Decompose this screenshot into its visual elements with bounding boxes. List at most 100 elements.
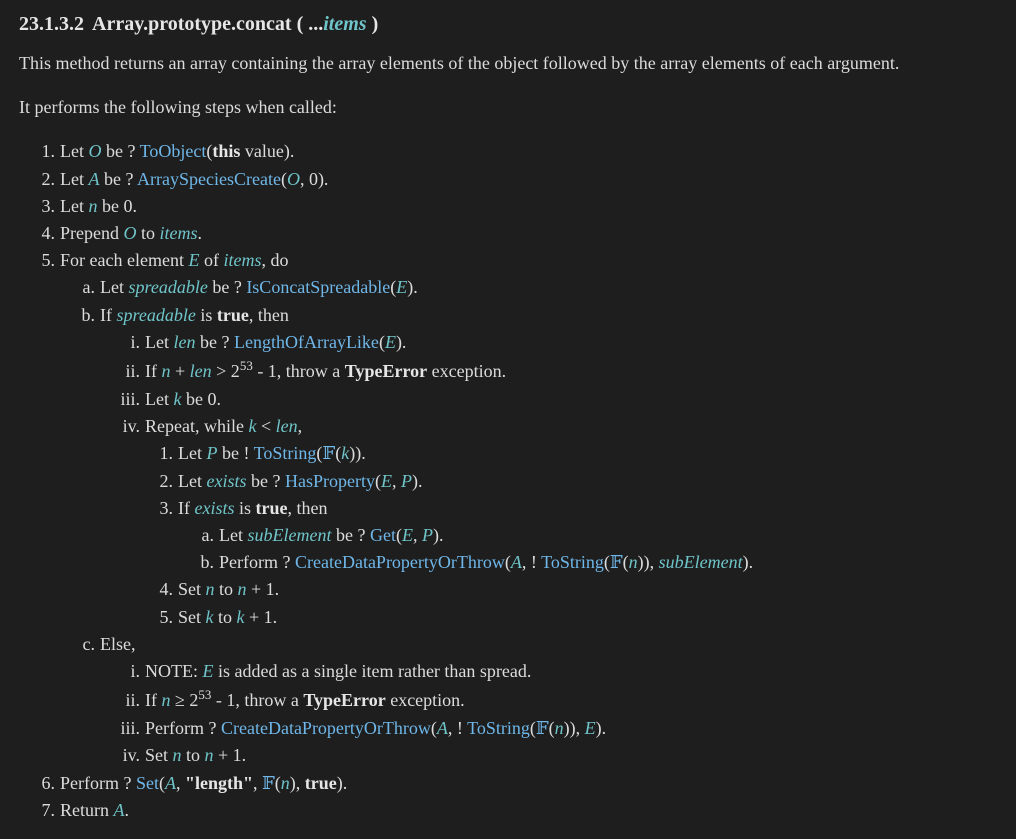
step-text: to <box>136 223 160 244</box>
step-text: Let <box>60 195 89 216</box>
var-items[interactable]: items <box>160 223 198 243</box>
var-A[interactable]: A <box>114 800 125 820</box>
link-HasProperty[interactable]: HasProperty <box>285 471 375 491</box>
var-k[interactable]: k <box>237 607 245 627</box>
var-E[interactable]: E <box>381 471 392 491</box>
step-text: be ? <box>99 168 137 189</box>
step-text: Let <box>100 277 129 298</box>
var-subElement[interactable]: subElement <box>659 552 743 572</box>
var-E[interactable]: E <box>188 250 199 270</box>
step-5: 5. For each element E of items, do a. Let … <box>41 247 997 769</box>
link-IsConcatSpreadable[interactable]: IsConcatSpreadable <box>246 277 390 297</box>
var-k[interactable]: k <box>341 443 349 463</box>
substeps-5b: i. Let len be ? LengthOfArrayLike(E). ii.… <box>81 329 997 631</box>
var-n[interactable]: n <box>555 718 564 738</box>
var-E[interactable]: E <box>585 718 596 738</box>
var-subElement[interactable]: subElement <box>248 525 332 545</box>
step-marker: iv. <box>122 416 140 437</box>
step-marker: i. <box>130 331 140 352</box>
step-text: ). <box>595 718 607 739</box>
var-O[interactable]: O <box>287 169 300 189</box>
var-n[interactable]: n <box>89 196 98 216</box>
link-CreateDataPropertyOrThrow[interactable]: CreateDataPropertyOrThrow <box>295 552 505 572</box>
var-spreadable[interactable]: spreadable <box>117 305 196 325</box>
var-A[interactable]: A <box>511 552 522 572</box>
var-E[interactable]: E <box>203 661 214 681</box>
link-F-number[interactable]: 𝔽 <box>610 552 623 572</box>
var-A[interactable]: A <box>89 169 100 189</box>
step-5biv3a: a. Let subElement be ? Get(E, P). <box>200 522 997 549</box>
step-text: exception. <box>427 361 507 382</box>
step-text: be ? <box>207 277 247 298</box>
step-text: to <box>213 606 237 627</box>
step-5biv1: 1. Let P be ! ToString(𝔽(k)). <box>159 440 997 467</box>
step-5biv5: 5. Set k to k + 1. <box>159 604 997 631</box>
step-text: , ! <box>521 552 542 573</box>
step-text: )), <box>563 718 585 739</box>
var-exists[interactable]: exists <box>207 471 247 491</box>
step-text: )). <box>349 443 366 464</box>
link-F-number[interactable]: 𝔽 <box>536 718 549 738</box>
var-k[interactable]: k <box>206 607 214 627</box>
var-n[interactable]: n <box>281 773 290 793</box>
keyword-true: true <box>216 304 249 325</box>
step-text: Set <box>145 745 173 766</box>
link-ArraySpeciesCreate[interactable]: ArraySpeciesCreate <box>137 169 281 189</box>
step-marker: 1. <box>41 141 56 162</box>
var-n[interactable]: n <box>162 690 171 710</box>
section-title: Array.prototype.concat ( ... <box>92 13 324 35</box>
var-n[interactable]: n <box>173 745 182 765</box>
step-text: Return <box>60 799 114 820</box>
link-ToObject[interactable]: ToObject <box>140 141 207 161</box>
var-A[interactable]: A <box>165 773 176 793</box>
step-5biv: iv. Repeat, while k < len, 1. Let P be ! T… <box>116 413 997 631</box>
link-Get[interactable]: Get <box>370 525 396 545</box>
var-spreadable[interactable]: spreadable <box>129 277 208 297</box>
keyword-this: this <box>212 141 241 162</box>
step-5b: b. If spreadable is true, then i. Let len … <box>81 302 997 631</box>
link-F-number[interactable]: 𝔽 <box>262 773 275 793</box>
var-A[interactable]: A <box>437 718 448 738</box>
var-P[interactable]: P <box>422 525 433 545</box>
var-O[interactable]: O <box>89 141 102 161</box>
step-1: 1. Let O be ? ToObject(this value). <box>41 138 997 165</box>
var-k[interactable]: k <box>174 389 182 409</box>
step-5biv3b: b. Perform ? CreateDataPropertyOrThrow(A,… <box>200 549 997 576</box>
var-O[interactable]: O <box>123 223 136 243</box>
var-items[interactable]: items <box>223 250 261 270</box>
var-len[interactable]: len <box>174 332 196 352</box>
link-CreateDataPropertyOrThrow[interactable]: CreateDataPropertyOrThrow <box>221 718 431 738</box>
exponent: 53 <box>198 687 212 703</box>
link-F-number[interactable]: 𝔽 <box>322 443 335 463</box>
step-text: For each element <box>60 250 189 271</box>
step-text: If <box>178 497 195 518</box>
var-E[interactable]: E <box>402 525 413 545</box>
section-number: 23.1.3.2 <box>19 13 84 35</box>
step-5cii: ii. If n ≥ 253 - 1, throw a TypeError exc… <box>116 685 997 715</box>
var-len[interactable]: len <box>190 361 212 381</box>
var-n[interactable]: n <box>629 552 638 572</box>
var-P[interactable]: P <box>207 443 218 463</box>
link-ToString[interactable]: ToString <box>541 552 604 572</box>
spec-section: 23.1.3.2 Array.prototype.concat ( ... item… <box>0 0 1016 824</box>
var-n[interactable]: n <box>205 745 214 765</box>
var-n[interactable]: n <box>238 579 247 599</box>
link-ToString[interactable]: ToString <box>467 718 530 738</box>
var-n[interactable]: n <box>162 361 171 381</box>
var-P[interactable]: P <box>401 471 412 491</box>
link-LengthOfArrayLike[interactable]: LengthOfArrayLike <box>234 332 379 352</box>
var-exists[interactable]: exists <box>195 498 235 518</box>
var-len[interactable]: len <box>276 416 298 436</box>
step-text: Perform ? <box>219 552 295 573</box>
step-text: Let <box>178 443 207 464</box>
step-marker: 7. <box>41 799 56 820</box>
link-ToString[interactable]: ToString <box>254 443 317 463</box>
step-marker: a. <box>201 525 215 546</box>
step-text: If <box>100 304 117 325</box>
var-E[interactable]: E <box>385 332 396 352</box>
var-E[interactable]: E <box>396 277 407 297</box>
step-marker: iii. <box>120 718 140 739</box>
link-Set[interactable]: Set <box>136 773 159 793</box>
step-text: Perform ? <box>60 772 136 793</box>
var-n[interactable]: n <box>206 579 215 599</box>
